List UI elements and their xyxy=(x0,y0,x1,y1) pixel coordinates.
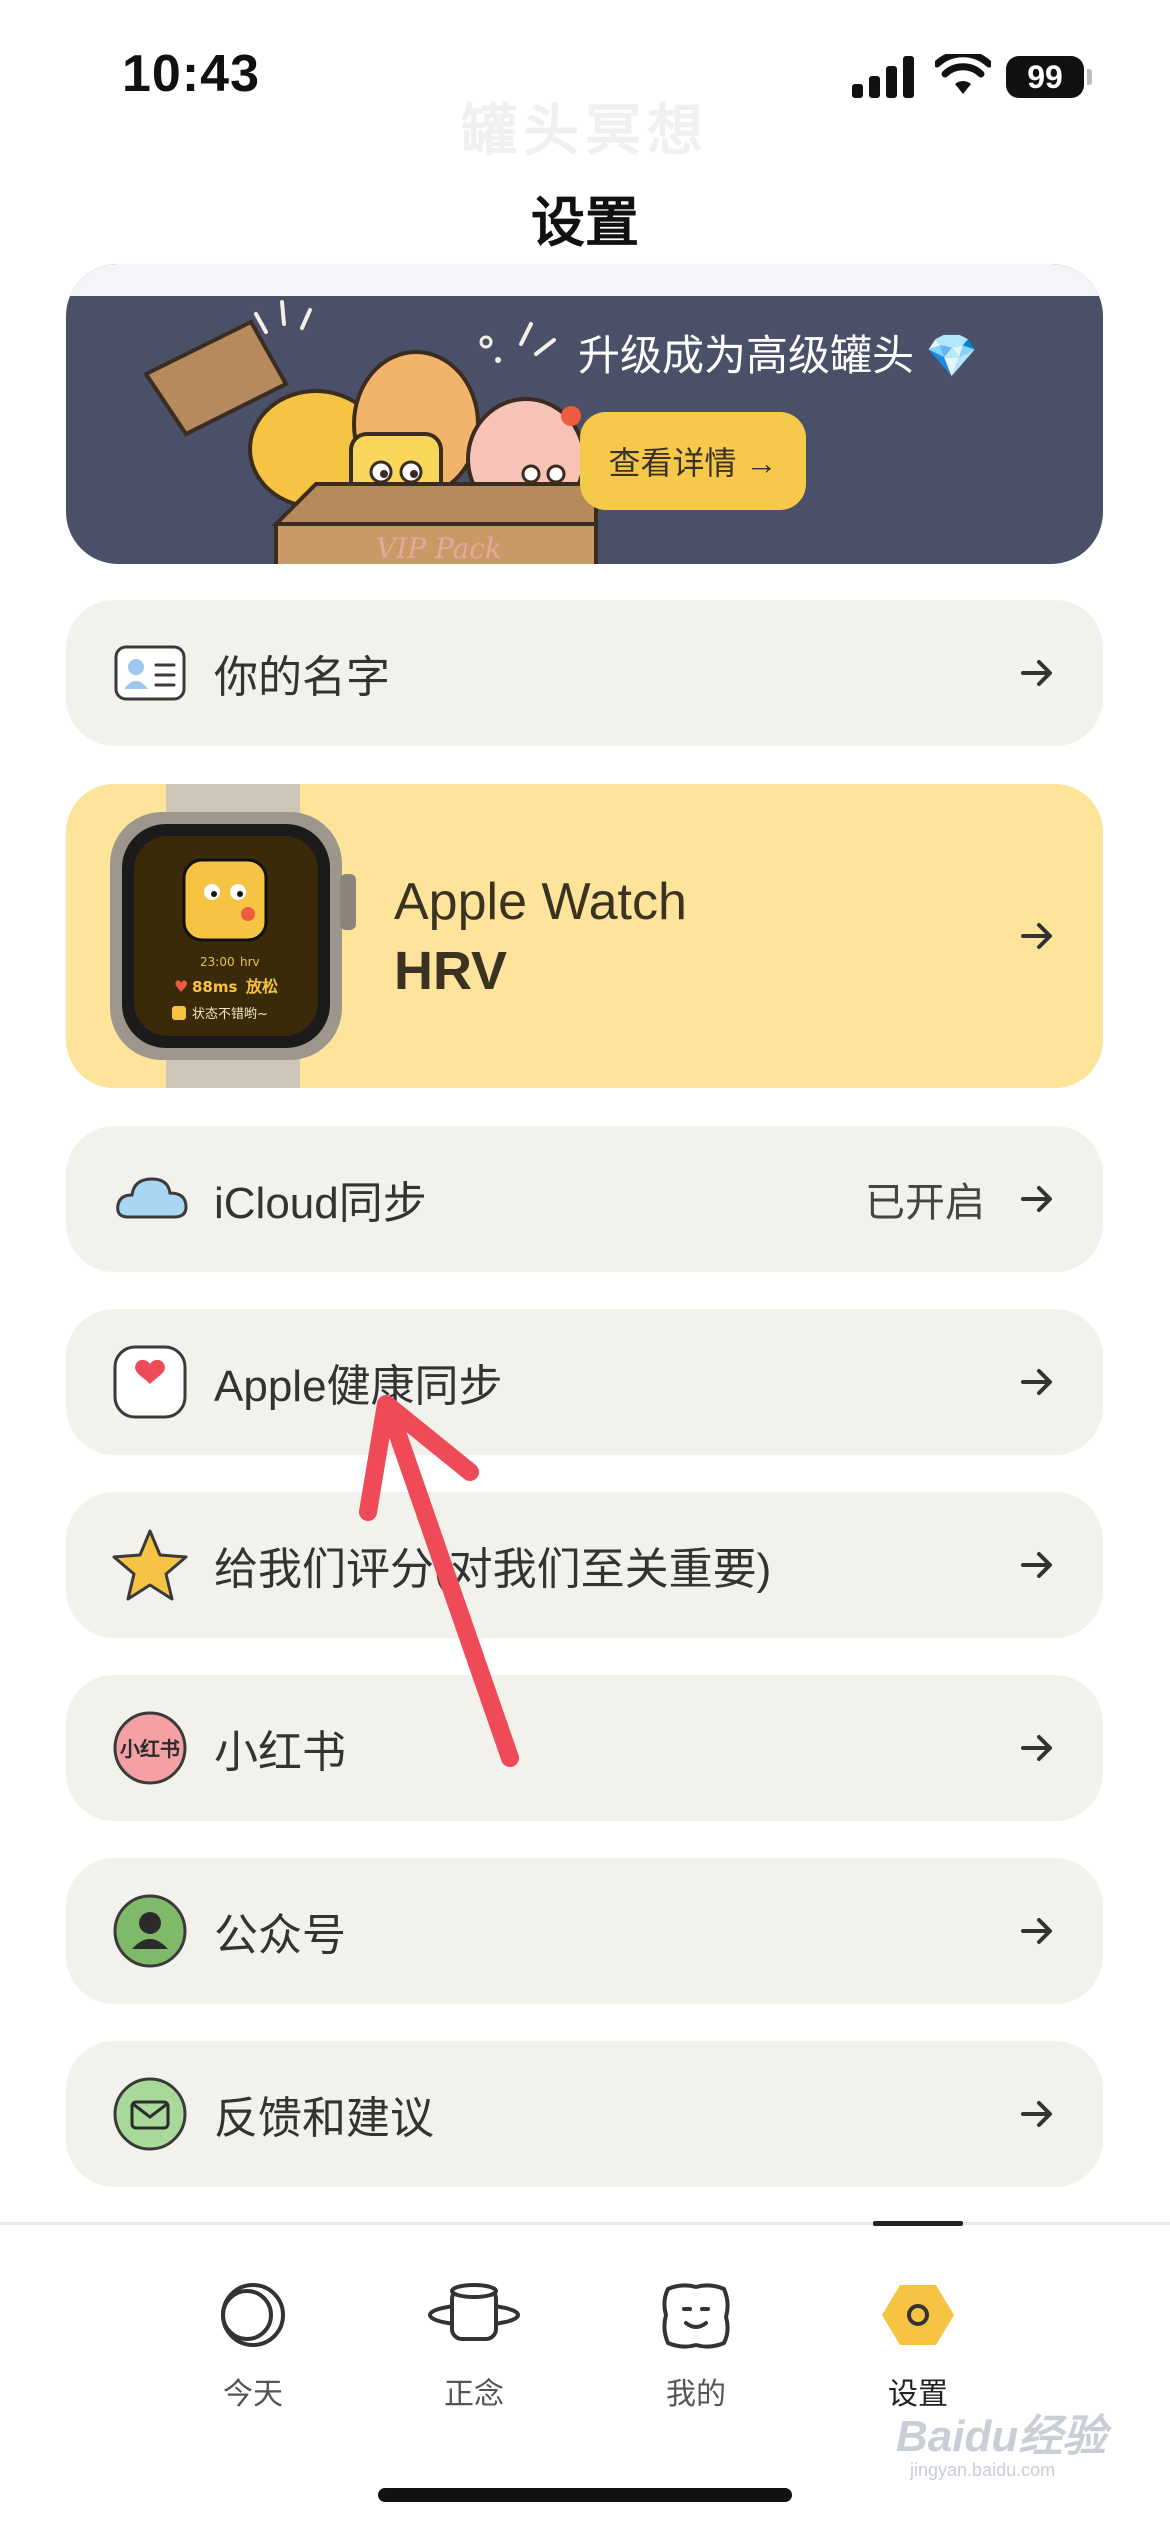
apple-watch-title: Apple Watch xyxy=(394,873,687,931)
settings-row-label: Apple健康同步 xyxy=(214,1362,503,1411)
settings-row-feedback[interactable]: 反馈和建议 xyxy=(66,2041,1103,2187)
tab-label: 我的 xyxy=(666,2378,726,2411)
can-icon xyxy=(428,2283,520,2341)
star-icon xyxy=(112,1529,188,1601)
heart-icon xyxy=(113,1345,187,1419)
settings-row-label: 给我们评分(对我们至关重要) xyxy=(214,1545,772,1594)
watch-metric: hrv xyxy=(240,955,260,969)
settings-row-label: 反馈和建议 xyxy=(214,2094,434,2143)
person-icon xyxy=(113,1894,187,1968)
arrow-right-icon xyxy=(1021,923,1052,949)
tab-mindfulness[interactable]: 正念 xyxy=(394,2275,554,2413)
id-card-icon xyxy=(114,645,186,701)
xiaohongshu-logo-text: 小红书 xyxy=(120,1737,180,1761)
tab-active-indicator xyxy=(873,2221,963,2226)
arrow-right-icon xyxy=(1021,1552,1052,1578)
watch-message: 状态不错哟~ xyxy=(192,1007,268,1022)
settings-row-label: 公众号 xyxy=(214,1911,346,1960)
home-indicator xyxy=(378,2488,792,2502)
apple-watch-image: 23:00 hrv ♥ 88ms 放松 状态不错哟~ xyxy=(110,784,356,1088)
settings-row-rate-us[interactable]: 给我们评分(对我们至关重要) xyxy=(66,1492,1103,1638)
settings-row-label: 你的名字 xyxy=(214,653,390,702)
watermark-url: jingyan.baidu.com xyxy=(910,2460,1056,2480)
xiaohongshu-icon: 小红书 xyxy=(113,1711,187,1785)
svg-text:♥: ♥ xyxy=(174,977,188,996)
battery-tip xyxy=(1087,69,1092,85)
tab-settings[interactable]: 设置 xyxy=(838,2275,998,2413)
watermark-logo: Baidu经验 xyxy=(896,2412,1107,2461)
arrow-right-icon xyxy=(1021,1918,1052,1944)
arrow-right-icon xyxy=(1021,2101,1052,2127)
settings-row-apple-health-sync[interactable]: Apple健康同步 xyxy=(66,1309,1103,1455)
settings-row-icloud-sync[interactable]: iCloud同步 已开启 xyxy=(66,1126,1103,1272)
apple-watch-hrv-card[interactable]: 23:00 hrv ♥ 88ms 放松 状态不错哟~ Apple Watch H… xyxy=(66,784,1103,1088)
hexagon-settings-icon xyxy=(882,2285,954,2345)
settings-row-label: iCloud同步 xyxy=(214,1179,427,1228)
cloud-icon xyxy=(116,1177,188,1219)
arrow-right-icon xyxy=(1021,1369,1052,1395)
icloud-status: 已开启 xyxy=(865,1181,985,1225)
arrow-right-icon xyxy=(1021,660,1052,686)
page-title: 设置 xyxy=(531,193,639,253)
view-details-button[interactable]: 查看详情 → xyxy=(580,412,806,510)
arrow-right-icon xyxy=(1021,1735,1052,1761)
settings-row-label: 小红书 xyxy=(214,1728,346,1777)
smiley-square-icon xyxy=(662,2283,730,2349)
box-lettering: VIP Pack xyxy=(376,532,502,564)
premium-banner[interactable]: VIP Pack 升级成为高级罐头 💎 查看详情 → xyxy=(66,264,1103,564)
watch-time: 23:00 xyxy=(200,955,235,969)
vip-pack-illustration: VIP Pack xyxy=(143,300,598,564)
tab-label: 正念 xyxy=(444,2378,504,2411)
tab-mine[interactable]: 我的 xyxy=(616,2275,776,2413)
apple-watch-subtitle: HRV xyxy=(394,941,508,1001)
watch-mood: 放松 xyxy=(245,977,278,996)
settings-row-name[interactable]: 你的名字 xyxy=(66,600,1103,746)
mail-icon xyxy=(113,2077,187,2151)
arrow-right-icon xyxy=(1021,1186,1052,1212)
upgrade-headline: 升级成为高级罐头 💎 xyxy=(578,332,978,379)
faded-app-title: 罐头冥想 xyxy=(461,99,709,162)
settings-row-xiaohongshu[interactable]: 小红书 小红书 xyxy=(66,1675,1103,1821)
watch-hrv-value: 88ms xyxy=(192,978,238,996)
today-circle-icon xyxy=(221,2283,285,2347)
settings-row-official-account[interactable]: 公众号 xyxy=(66,1858,1103,2004)
tab-label: 今天 xyxy=(223,2378,283,2411)
tab-today[interactable]: 今天 xyxy=(173,2275,333,2413)
